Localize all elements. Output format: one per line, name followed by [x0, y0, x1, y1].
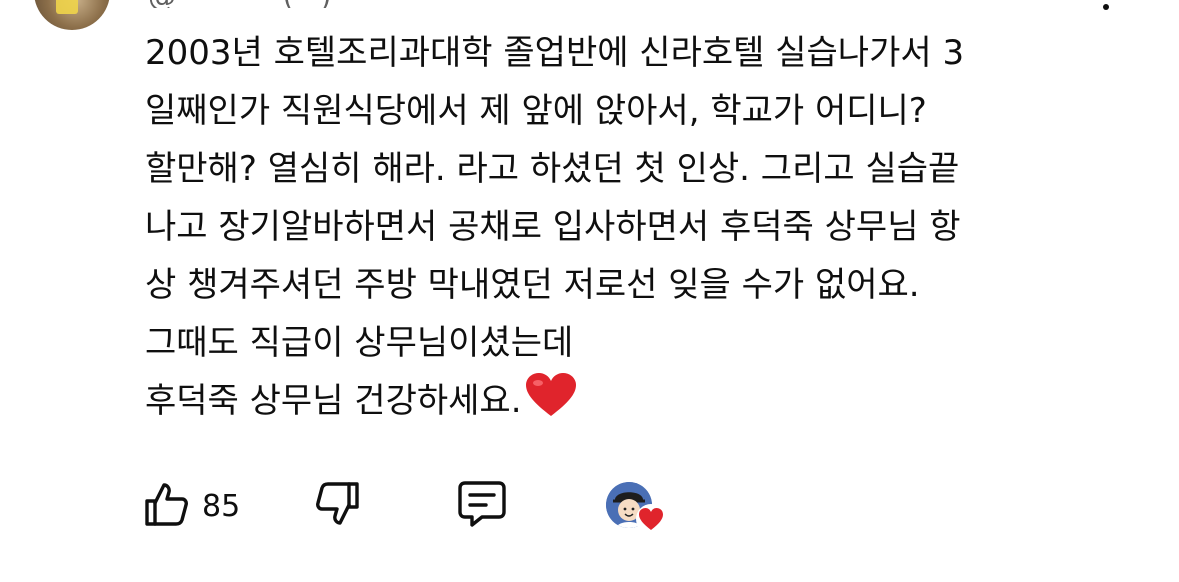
reply-comment-icon	[456, 480, 508, 532]
more-options-icon[interactable]	[1094, 0, 1118, 20]
dislike-button[interactable]	[314, 480, 456, 532]
heart-emoji-icon	[524, 372, 578, 436]
comment-line: 일째인가 직원식당에서 제 앞에 앉아서, 학교가 어디니?	[145, 91, 927, 131]
reply-button[interactable]	[456, 480, 606, 532]
creator-heart-indicator[interactable]	[606, 478, 670, 534]
comment-line: 할만해? 열심히 해라. 라고 하셨던 첫 인상. 그리고 실습끝	[145, 149, 960, 189]
commenter-avatar[interactable]	[34, 0, 110, 30]
like-count: 85	[202, 488, 241, 524]
creator-heart-icon	[636, 504, 666, 534]
comment-last-line: 후덕죽 상무님 건강하세요.	[145, 372, 1105, 436]
comment-line: 나고 장기알바하면서 공채로 입사하면서 후덕죽 상무님 항	[145, 207, 961, 247]
thumbs-down-icon	[314, 480, 362, 532]
comment-line: 후덕죽 상무님 건강하세요.	[145, 381, 522, 421]
more-dot	[1103, 4, 1109, 10]
comment-actions: 85	[142, 478, 670, 534]
comment-line: 상 챙겨주셔던 주방 막내였던 저로선 잊을 수가 없어요.	[145, 265, 920, 305]
comment-header: @··········· (···)	[148, 0, 608, 8]
comment-line: 그때도 직급이 상무님이셨는데	[145, 323, 574, 363]
like-button[interactable]: 85	[142, 480, 314, 532]
thumbs-up-icon	[142, 480, 190, 532]
comment-thread: @··········· (···) 2003년 호텔조리과대학 졸업반에 신라…	[0, 0, 1179, 582]
comment-body: 2003년 호텔조리과대학 졸업반에 신라호텔 실습나가서 3 일째인가 직원식…	[145, 24, 1105, 436]
comment-line: 2003년 호텔조리과대학 졸업반에 신라호텔 실습나가서 3	[145, 33, 965, 73]
